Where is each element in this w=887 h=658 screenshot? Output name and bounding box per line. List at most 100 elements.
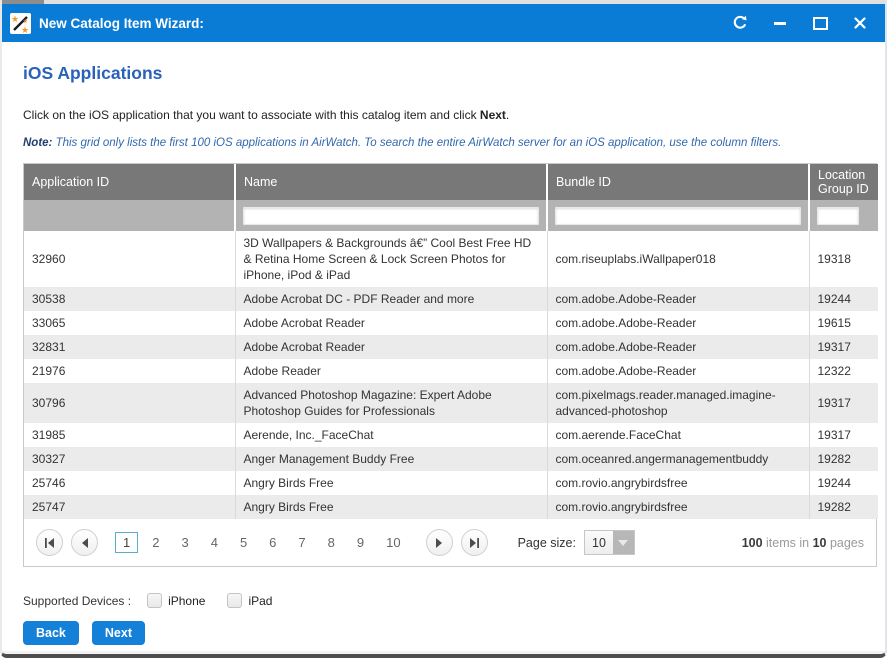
first-page-icon [44, 538, 55, 548]
supported-devices-label: Supported Devices : [23, 594, 131, 608]
pager-last-button[interactable] [461, 529, 488, 556]
cell-bundle-id: com.pixelmags.reader.managed.imagine-adv… [547, 383, 809, 423]
filter-input-bundle-id[interactable] [555, 207, 801, 225]
pager-page-9[interactable]: 9 [349, 532, 372, 553]
table-row[interactable]: 30796Advanced Photoshop Magazine: Expert… [24, 383, 878, 423]
cell-name: Adobe Acrobat Reader [235, 311, 547, 335]
wizard-window: ★ ★ ★ New Catalog Item Wizard: iOS Appli… [0, 0, 887, 658]
grid-filter-row [24, 200, 878, 231]
column-header-name[interactable]: Name [235, 164, 547, 200]
back-button[interactable]: Back [23, 621, 79, 645]
pager-page-7[interactable]: 7 [290, 532, 313, 553]
column-header-application-id[interactable]: Application ID [24, 164, 235, 200]
page-size-dropdown[interactable]: 10 [584, 530, 635, 555]
cell-bundle-id: com.aerende.FaceChat [547, 423, 809, 447]
cell-app-id: 21976 [24, 359, 235, 383]
cell-location-group-id: 19317 [809, 335, 878, 359]
minimize-button[interactable] [767, 11, 793, 35]
cell-name: Aerende, Inc._FaceChat [235, 423, 547, 447]
device-option-label: iPad [248, 594, 272, 608]
page-size-dropdown-button[interactable] [613, 531, 634, 554]
pager-page-5[interactable]: 5 [232, 532, 255, 553]
window-bottom-edge [2, 651, 885, 658]
window-title: New Catalog Item Wizard: [39, 16, 727, 31]
cell-app-id: 32831 [24, 335, 235, 359]
pager-page-3[interactable]: 3 [173, 532, 196, 553]
page-title: iOS Applications [23, 63, 872, 84]
pager-first-button[interactable] [36, 529, 63, 556]
cell-location-group-id: 12322 [809, 359, 878, 383]
close-button[interactable] [847, 11, 873, 35]
pager-page-4[interactable]: 4 [203, 532, 226, 553]
cell-bundle-id: com.adobe.Adobe-Reader [547, 359, 809, 383]
cell-bundle-id: com.adobe.Adobe-Reader [547, 311, 809, 335]
pager-next-button[interactable] [426, 529, 453, 556]
svg-text:★: ★ [23, 18, 28, 25]
note-body: This grid only lists the first 100 iOS a… [52, 137, 781, 149]
checkbox-iphone[interactable] [147, 593, 162, 608]
filter-input-name[interactable] [243, 207, 539, 225]
cell-name: Adobe Acrobat Reader [235, 335, 547, 359]
maximize-button[interactable] [807, 11, 833, 35]
grid-body: 329603D Wallpapers & Backgrounds â€” Coo… [24, 231, 878, 519]
cell-bundle-id: com.adobe.Adobe-Reader [547, 287, 809, 311]
cell-location-group-id: 19317 [809, 383, 878, 423]
checkbox-ipad[interactable] [227, 593, 242, 608]
cell-bundle-id: com.rovio.angrybirdsfree [547, 471, 809, 495]
table-row[interactable]: 31985Aerende, Inc._FaceChatcom.aerende.F… [24, 423, 878, 447]
table-row[interactable]: 30538Adobe Acrobat DC - PDF Reader and m… [24, 287, 878, 311]
cell-name: 3D Wallpapers & Backgrounds â€” Cool Bes… [235, 231, 547, 287]
table-row[interactable]: 21976Adobe Readercom.adobe.Adobe-Reader1… [24, 359, 878, 383]
close-icon [854, 17, 866, 29]
next-page-icon [435, 538, 443, 548]
instruction-prefix: Click on the iOS application that you wa… [23, 108, 480, 122]
next-button[interactable]: Next [92, 621, 145, 645]
cell-location-group-id: 19615 [809, 311, 878, 335]
table-row[interactable]: 25747Angry Birds Freecom.rovio.angrybird… [24, 495, 878, 519]
pager-prev-button[interactable] [71, 529, 98, 556]
cell-app-id: 30796 [24, 383, 235, 423]
cell-name: Advanced Photoshop Magazine: Expert Adob… [235, 383, 547, 423]
pager-page-8[interactable]: 8 [320, 532, 343, 553]
grid-header-row: Application ID Name Bundle ID Location G… [24, 164, 878, 200]
column-header-bundle-id[interactable]: Bundle ID [547, 164, 809, 200]
table-row[interactable]: 32831Adobe Acrobat Readercom.adobe.Adobe… [24, 335, 878, 359]
table-row[interactable]: 33065Adobe Acrobat Readercom.adobe.Adobe… [24, 311, 878, 335]
pager-page-6[interactable]: 6 [261, 532, 284, 553]
cell-app-id: 30538 [24, 287, 235, 311]
cell-location-group-id: 19282 [809, 447, 878, 471]
pages-count: 10 [813, 536, 827, 550]
cell-app-id: 25747 [24, 495, 235, 519]
refresh-button[interactable] [727, 11, 753, 35]
table-row[interactable]: 329603D Wallpapers & Backgrounds â€” Coo… [24, 231, 878, 287]
pager-page-2[interactable]: 2 [144, 532, 167, 553]
wizard-icon: ★ ★ ★ [10, 13, 31, 34]
previous-page-icon [81, 538, 89, 548]
cell-app-id: 32960 [24, 231, 235, 287]
cell-name: Adobe Acrobat DC - PDF Reader and more [235, 287, 547, 311]
cell-bundle-id: com.riseuplabs.iWallpaper018 [547, 231, 809, 287]
cell-bundle-id: com.oceanred.angermanagementbuddy [547, 447, 809, 471]
pager-pages: 123456789 10 [112, 532, 412, 553]
window-top-edge [2, 0, 885, 4]
pages-text: pages [826, 536, 864, 550]
last-page-icon [469, 538, 480, 548]
filter-input-location-group-id[interactable] [817, 207, 859, 225]
cell-app-id: 31985 [24, 423, 235, 447]
svg-text:★: ★ [11, 14, 19, 24]
applications-grid: Application ID Name Bundle ID Location G… [23, 163, 877, 567]
cell-name: Angry Birds Free [235, 471, 547, 495]
pager-summary: 100 items in 10 pages [742, 536, 864, 550]
cell-location-group-id: 19318 [809, 231, 878, 287]
pager-page-10[interactable]: 10 [378, 532, 408, 553]
instruction-emphasis: Next [480, 108, 506, 122]
title-bar: ★ ★ ★ New Catalog Item Wizard: [2, 4, 885, 42]
device-option-ipad: iPad [227, 593, 272, 608]
table-row[interactable]: 25746Angry Birds Freecom.rovio.angrybird… [24, 471, 878, 495]
table-row[interactable]: 30327Anger Management Buddy Freecom.ocea… [24, 447, 878, 471]
cell-app-id: 33065 [24, 311, 235, 335]
pager-page-current[interactable]: 1 [115, 532, 138, 553]
note-label: Note: [23, 137, 52, 149]
column-header-location-group-id[interactable]: Location Group ID [809, 164, 878, 200]
device-options: iPhoneiPad [147, 593, 294, 608]
